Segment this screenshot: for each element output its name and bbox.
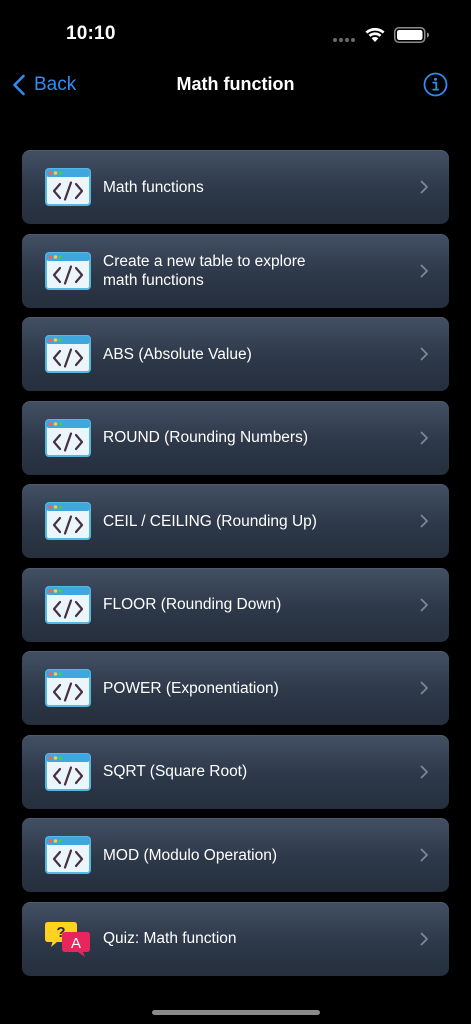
code-window-icon <box>45 251 91 290</box>
list-item[interactable]: FLOOR (Rounding Down) <box>22 567 449 642</box>
chevron-right-icon <box>420 932 428 945</box>
code-window-icon <box>45 418 91 457</box>
list-item[interactable]: MOD (Modulo Operation) <box>22 818 449 892</box>
code-window-icon <box>45 335 91 373</box>
chevron-right-icon <box>420 264 428 277</box>
code-window-icon <box>45 752 91 791</box>
list-item[interactable]: SQRT (Square Root) <box>22 734 449 809</box>
list-item[interactable]: Create a new table to explore math funct… <box>22 233 449 308</box>
code-window-icon <box>45 836 91 874</box>
page-title: Math function <box>176 74 295 94</box>
svg-text:A: A <box>71 935 81 952</box>
list-item-label: FLOOR (Rounding Down) <box>103 596 282 613</box>
cellular-signal-icon <box>333 38 355 42</box>
chevron-right-icon <box>420 681 428 695</box>
list-item[interactable]: POWER (Exponentiation) <box>22 651 449 725</box>
chevron-right-icon <box>420 765 428 778</box>
list-item[interactable]: ROUND (Rounding Numbers) <box>22 400 449 475</box>
list-item-label: CEIL / CEILING (Rounding Up) <box>103 512 317 530</box>
chevron-right-icon <box>420 848 428 862</box>
chevron-right-icon <box>420 598 428 611</box>
list-item[interactable]: ABS (Absolute Value) <box>22 317 449 391</box>
topic-list: Math functions Create a new table to exp… <box>22 150 449 985</box>
code-window-icon <box>45 585 91 624</box>
chevron-right-icon <box>420 347 428 361</box>
battery-icon <box>394 27 429 43</box>
chevron-right-icon <box>420 514 428 528</box>
chevron-right-icon <box>420 431 428 444</box>
list-item-label: SQRT (Square Root) <box>103 763 248 780</box>
list-item-label: MOD (Modulo Operation) <box>103 846 278 864</box>
list-item-label: Create a new table to explore math funct… <box>103 252 306 289</box>
status-time: 10:10 <box>66 23 116 44</box>
wifi-icon <box>365 27 385 42</box>
list-item-label: POWER (Exponentiation) <box>103 679 279 697</box>
quiz-icon: ? A <box>45 921 90 957</box>
status-bar: 10:10 <box>0 0 471 60</box>
info-icon[interactable] <box>423 72 448 97</box>
code-window-icon <box>45 502 91 540</box>
list-item-label: Quiz: Math function <box>103 930 237 947</box>
list-item-label: Math functions <box>103 178 204 196</box>
list-item-quiz[interactable]: ? A Quiz: Math function <box>22 901 449 976</box>
navigation-bar: Back Math function <box>0 62 471 108</box>
home-indicator[interactable] <box>152 1010 320 1015</box>
list-item[interactable]: CEIL / CEILING (Rounding Up) <box>22 484 449 558</box>
list-item-label: ABS (Absolute Value) <box>103 345 252 363</box>
list-item[interactable]: Math functions <box>22 150 449 224</box>
chevron-right-icon <box>420 180 428 194</box>
code-window-icon <box>45 168 91 206</box>
code-window-icon <box>45 669 91 707</box>
list-item-label: ROUND (Rounding Numbers) <box>103 429 309 446</box>
